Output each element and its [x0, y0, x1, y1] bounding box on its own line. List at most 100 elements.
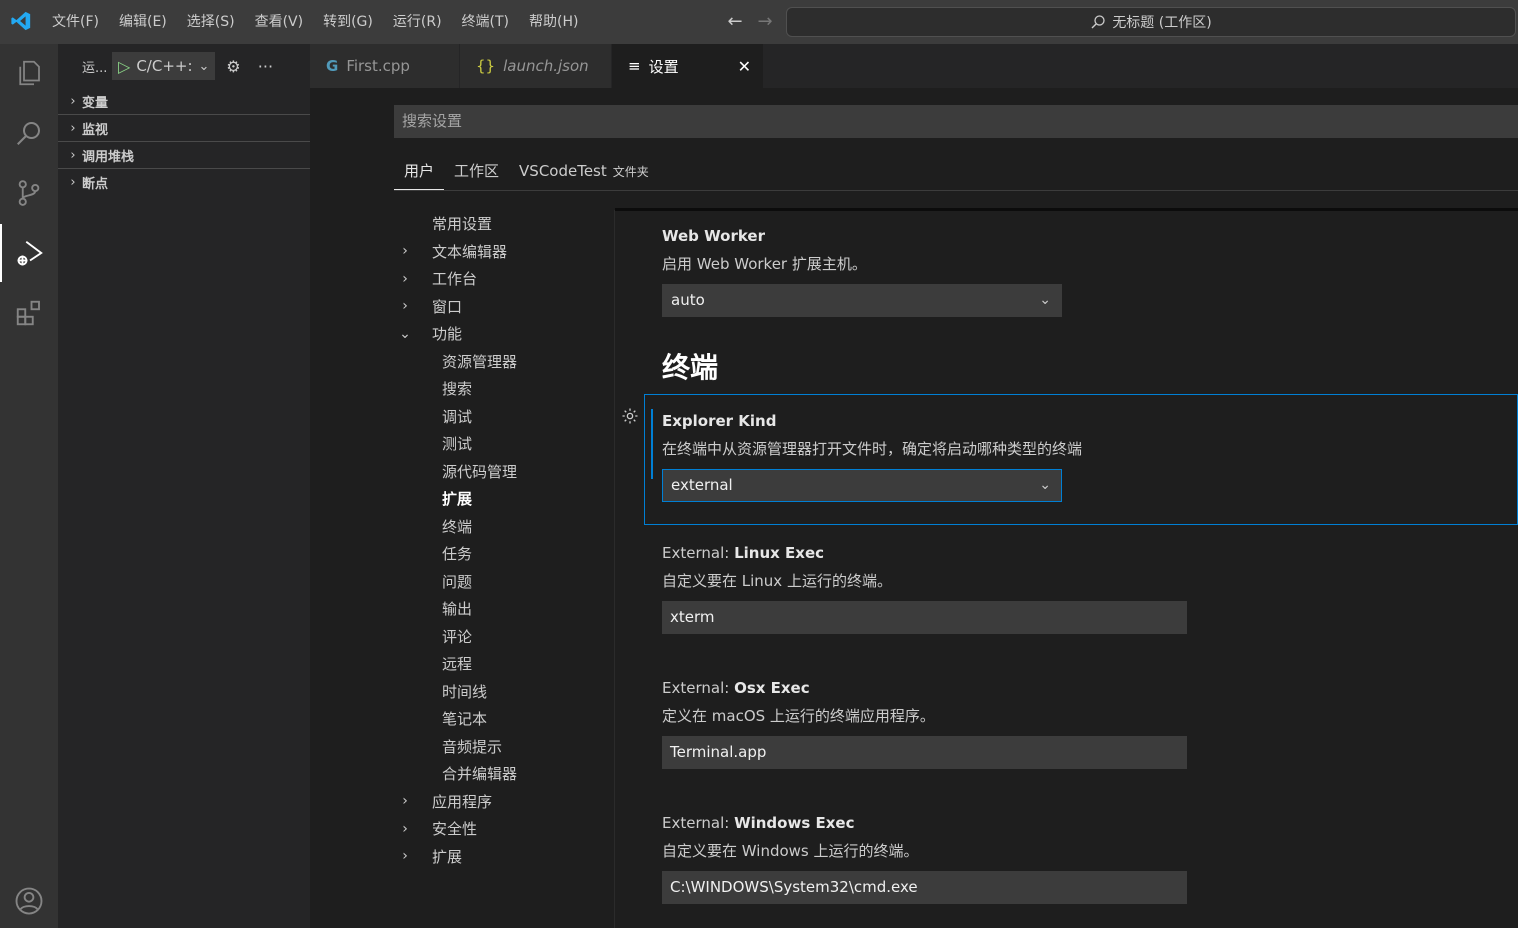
section-label: 断点 [82, 177, 109, 192]
setting-gear-icon[interactable] [621, 407, 639, 425]
section-variables[interactable]: › 变量 [58, 88, 310, 115]
toc-item[interactable]: 输出 [394, 595, 614, 623]
toc-item[interactable]: 音频提示 [394, 733, 614, 761]
chevron-down-icon: ⌄ [399, 325, 411, 342]
toc-item[interactable]: 扩展 [394, 485, 614, 513]
toc-item-label: 资源管理器 [442, 352, 518, 371]
toc-item[interactable]: 终端 [394, 513, 614, 541]
tab-launch-json[interactable]: {} launch.json [460, 44, 612, 88]
search-icon [1091, 15, 1105, 29]
windows-exec-input[interactable]: C:\WINDOWS\System32\cmd.exe [662, 871, 1187, 904]
toc-item[interactable]: 源代码管理 [394, 458, 614, 486]
gear-icon[interactable]: ⚙ [219, 52, 247, 80]
divider [394, 190, 1518, 191]
title-bar: 文件(F) 编辑(E) 选择(S) 查看(V) 转到(G) 运行(R) 终端(T… [0, 0, 1518, 44]
editor-tab-bar: G First.cpp {} launch.json ≡ 设置 ✕ [310, 44, 1518, 88]
toc-item[interactable]: ⌄ 功能 [394, 320, 614, 348]
section-label: 监视 [82, 122, 109, 138]
section-breakpoints[interactable]: › 断点 [58, 169, 310, 196]
toc-item[interactable]: 搜索 [394, 375, 614, 403]
menu-file[interactable]: 文件(F) [42, 0, 109, 44]
tab-first-cpp[interactable]: G First.cpp [310, 44, 460, 88]
toc-item-label: 笔记本 [442, 710, 488, 729]
tab-folder[interactable]: VSCodeTest 文件夹 [509, 158, 659, 190]
command-center[interactable]: 无标题 (工作区) [786, 7, 1516, 37]
toc-item[interactable]: › 扩展 [394, 843, 614, 871]
toc-item[interactable]: 笔记本 [394, 705, 614, 733]
toc-item-label: 常用设置 [432, 215, 493, 234]
toc-item-label: 测试 [442, 435, 473, 454]
setting-description: 定义在 macOS 上运行的终端应用程序。 [662, 707, 935, 725]
toc-item-label: 调试 [442, 407, 473, 426]
back-arrow-icon[interactable]: ← [724, 10, 746, 34]
toc-item[interactable]: 任务 [394, 540, 614, 568]
menu-edit[interactable]: 编辑(E) [109, 0, 177, 44]
tab-workspace[interactable]: 工作区 [444, 158, 509, 190]
sidebar-header: 运... ▷ C/C++: ⌄ ⚙ ··· [58, 44, 310, 88]
toc-item[interactable]: 调试 [394, 403, 614, 431]
sidebar-title: 运... [82, 60, 108, 76]
chevron-right-icon: › [402, 848, 408, 865]
toc-item[interactable]: › 文本编辑器 [394, 238, 614, 266]
settings-search-input[interactable]: 搜索设置 [394, 105, 1518, 138]
run-debug-icon[interactable] [0, 224, 58, 282]
section-watch[interactable]: › 监视 [58, 115, 310, 142]
vscode-logo-icon[interactable] [10, 10, 32, 32]
toc-item-label: 音频提示 [442, 737, 503, 756]
run-config-dropdown[interactable]: ▷ C/C++: ⌄ [112, 52, 216, 80]
menu-help[interactable]: 帮助(H) [519, 0, 588, 44]
toc-item[interactable]: › 窗口 [394, 293, 614, 321]
menu-selection[interactable]: 选择(S) [177, 0, 245, 44]
more-actions-icon[interactable]: ··· [251, 52, 279, 80]
toc-item[interactable]: › 安全性 [394, 815, 614, 843]
play-icon[interactable]: ▷ [118, 57, 130, 76]
extensions-icon[interactable] [0, 284, 58, 342]
toc-item[interactable]: 资源管理器 [394, 348, 614, 376]
modified-indicator [651, 409, 653, 479]
toc-item[interactable]: 测试 [394, 430, 614, 458]
menu-run[interactable]: 运行(R) [383, 0, 452, 44]
run-config-name: C/C++: [136, 57, 193, 75]
setting-description: 启用 Web Worker 扩展主机。 [662, 255, 867, 273]
tab-user[interactable]: 用户 [394, 158, 445, 190]
osx-exec-input[interactable]: Terminal.app [662, 736, 1187, 769]
account-icon[interactable] [0, 872, 58, 928]
setting-category: External: [662, 544, 735, 562]
chevron-right-icon: › [70, 93, 76, 109]
menu-terminal[interactable]: 终端(T) [452, 0, 519, 44]
cpp-file-icon: G [326, 57, 339, 75]
setting-name: Windows Exec [734, 814, 855, 832]
menu-view[interactable]: 查看(V) [245, 0, 314, 44]
toc-item-label: 扩展 [432, 847, 463, 866]
toc-item[interactable]: 常用设置 [394, 210, 614, 238]
chevron-down-icon: ⌄ [1039, 477, 1051, 493]
toc-item[interactable]: 问题 [394, 568, 614, 596]
web-worker-select[interactable]: auto ⌄ [662, 284, 1062, 317]
toc-item[interactable]: 合并编辑器 [394, 760, 614, 788]
menu-go[interactable]: 转到(G) [313, 0, 383, 44]
source-control-icon[interactable] [0, 164, 58, 222]
linux-exec-input[interactable]: xterm [662, 601, 1187, 634]
setting-name: Osx Exec [734, 679, 810, 697]
chevron-right-icon: › [70, 120, 76, 136]
forward-arrow-icon[interactable]: → [754, 10, 776, 34]
toc-item[interactable]: 时间线 [394, 678, 614, 706]
search-icon[interactable] [0, 104, 58, 162]
explorer-icon[interactable] [0, 44, 58, 102]
explorer-kind-select[interactable]: external ⌄ [662, 469, 1062, 502]
toc-item[interactable]: 评论 [394, 623, 614, 651]
close-icon[interactable]: ✕ [738, 57, 751, 76]
setting-category: External: [662, 679, 735, 697]
section-call-stack[interactable]: › 调用堆栈 [58, 142, 310, 169]
chevron-right-icon: › [402, 270, 408, 287]
toc-item[interactable]: › 工作台 [394, 265, 614, 293]
setting-name: Linux Exec [734, 544, 825, 562]
toc-item-label: 应用程序 [432, 792, 493, 811]
tab-label: launch.json [503, 57, 589, 75]
toc-item[interactable]: › 应用程序 [394, 788, 614, 816]
toc-item[interactable]: 远程 [394, 650, 614, 678]
select-value: external [671, 476, 733, 494]
tab-settings[interactable]: ≡ 设置 ✕ [612, 44, 764, 88]
setting-title: External: Osx Exec [662, 677, 1187, 699]
setting-windows-exec: External: Windows Exec 自定义要在 Windows 上运行… [662, 812, 1187, 904]
